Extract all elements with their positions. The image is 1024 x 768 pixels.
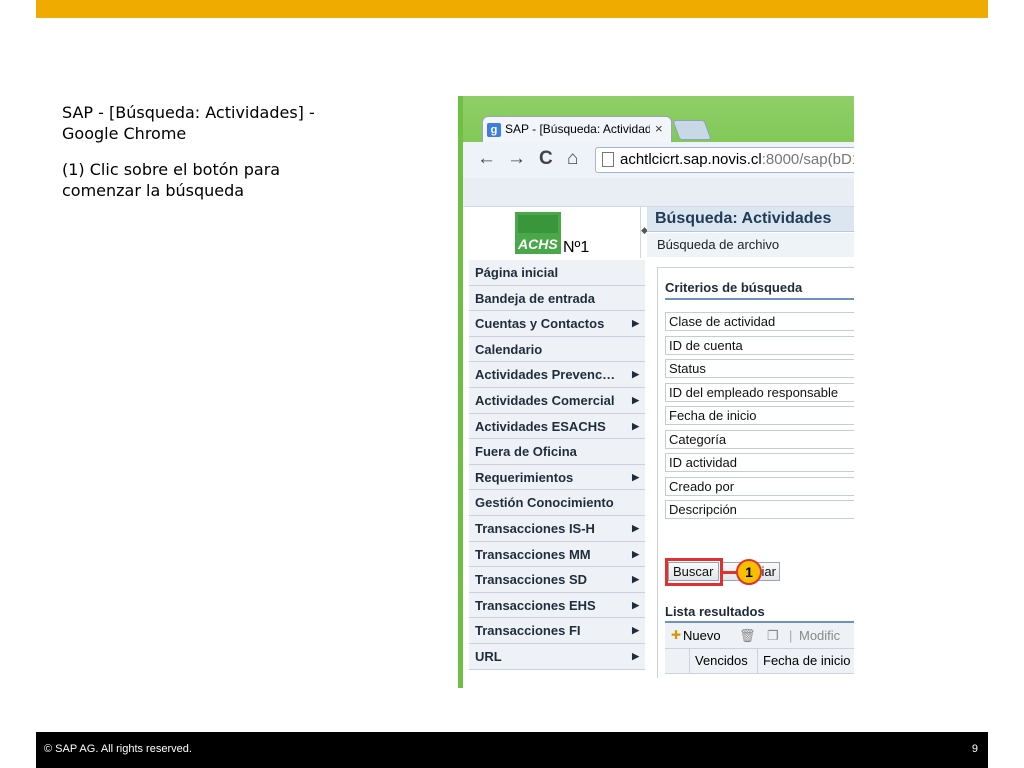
sidebar-item[interactable]: Fuera de Oficina xyxy=(469,439,645,465)
sidebar-item-label: Transacciones SD xyxy=(475,572,587,588)
sidebar-item-label: Actividades Prevenc… xyxy=(475,367,616,383)
browser-screenshot: g SAP - [Búsqueda: Actividades] × ← → C … xyxy=(458,96,854,688)
sidebar-item[interactable]: Transacciones FI ▶ xyxy=(469,618,645,644)
submenu-arrow-icon: ▶ xyxy=(632,522,639,533)
new-tab-button[interactable] xyxy=(672,120,712,140)
sidebar-item-label: Gestión Conocimiento xyxy=(475,495,614,511)
footer-copyright: © SAP AG. All rights reserved. xyxy=(44,743,192,755)
browser-toolbar: ← → C ⌂ achtlcicrt.sap.novis.cl:8000/sap… xyxy=(463,142,854,179)
home-icon[interactable]: ⌂ xyxy=(567,148,578,170)
criteria-field[interactable]: Fecha de inicio xyxy=(665,406,854,425)
notes-window-title: SAP - [Búsqueda: Actividades] - Google C… xyxy=(62,103,315,143)
sidebar-item[interactable]: Transacciones MM ▶ xyxy=(469,541,645,568)
sidebar-item[interactable]: Transacciones EHS ▶ xyxy=(469,592,645,619)
achs-logo: ACHS xyxy=(515,212,561,254)
submenu-arrow-icon: ▶ xyxy=(632,471,639,482)
back-arrow-icon[interactable]: ← xyxy=(477,148,496,170)
logo-area: ACHS Nº1 en prevención xyxy=(463,207,641,292)
slide-notes: SAP - [Búsqueda: Actividades] - Google C… xyxy=(62,102,322,216)
notes-step-instruction: (1) Clic sobre el botón para comenzar la… xyxy=(62,160,281,200)
address-url: achtlcicrt.sap.novis.cl:8000/sap(bD1l xyxy=(620,151,854,168)
submenu-arrow-icon: ▶ xyxy=(632,420,639,431)
results-title: Lista resultados xyxy=(665,604,765,619)
submenu-arrow-icon: ▶ xyxy=(632,574,639,585)
sidebar-item[interactable]: Transacciones IS-H ▶ xyxy=(469,515,645,542)
reload-icon[interactable]: C xyxy=(539,148,553,170)
new-document-icon[interactable]: ✚ xyxy=(671,623,681,648)
sidebar-item[interactable]: Calendario xyxy=(469,336,645,363)
submenu-arrow-icon: ▶ xyxy=(632,625,639,636)
criteria-field[interactable]: Status xyxy=(665,359,854,378)
bookmarks-bar xyxy=(463,178,854,207)
copy-icon[interactable]: ❐ xyxy=(767,623,779,648)
criteria-field[interactable]: Descripción xyxy=(665,500,854,519)
sidebar-item-label: Transacciones FI xyxy=(475,623,581,639)
sap-crm-page: ACHS Nº1 en prevención ◆ Página inicialB… xyxy=(463,207,854,688)
submenu-arrow-icon: ▶ xyxy=(632,599,639,610)
sidebar-item[interactable]: Bandeja de entrada xyxy=(469,285,645,312)
sidebar-item[interactable]: Actividades Prevenc… ▶ xyxy=(469,362,645,388)
criteria-title: Criterios de búsqueda xyxy=(665,280,803,295)
criteria-field[interactable]: ID de cuenta xyxy=(665,335,854,355)
delete-icon[interactable]: 🗑 xyxy=(739,623,756,648)
page-icon xyxy=(602,152,614,167)
sidebar-item[interactable]: Cuentas y Contactos ▶ xyxy=(469,311,645,337)
tab-close-icon[interactable]: × xyxy=(655,121,663,136)
sidebar-item[interactable]: Transacciones SD ▶ xyxy=(469,567,645,593)
sidebar-item[interactable]: Actividades Comercial ▶ xyxy=(469,387,645,414)
sidebar-item[interactable]: Página inicial xyxy=(469,260,645,286)
slide-footer: © SAP AG. All rights reserved. 9 xyxy=(36,732,988,768)
browser-tab[interactable]: g SAP - [Búsqueda: Actividades] × xyxy=(482,116,672,143)
sidebar-item-label: URL xyxy=(475,648,502,664)
submenu-arrow-icon: ▶ xyxy=(632,548,639,559)
sidebar-item-label: Bandeja de entrada xyxy=(475,290,595,306)
sidebar-item[interactable]: URL ▶ xyxy=(469,643,645,670)
modify-button[interactable]: Modific xyxy=(799,623,840,648)
sidebar-item[interactable]: Requerimientos ▶ xyxy=(469,464,645,491)
sidebar-item-label: Actividades Comercial xyxy=(475,392,615,408)
criteria-field[interactable]: Clase de actividad xyxy=(665,312,854,331)
sidebar-item-label: Calendario xyxy=(475,341,543,357)
sidebar-item-label: Página inicial xyxy=(475,265,559,280)
submenu-arrow-icon: ▶ xyxy=(632,394,639,405)
criteria-field[interactable]: Categoría xyxy=(665,429,854,449)
column-header[interactable]: Fecha de inicio xyxy=(763,649,850,673)
criteria-field[interactable]: ID actividad xyxy=(665,453,854,472)
sidebar-item-label: Transacciones IS-H xyxy=(475,520,595,536)
sidebar-item-label: Requerimientos xyxy=(475,469,574,485)
sidebar-item[interactable]: Actividades ESACHS ▶ xyxy=(469,413,645,440)
navigation-menu: Página inicial Bandeja de entrada Cuentas … xyxy=(469,260,645,670)
search-panel: Criterios de búsqueda Clase de actividad… xyxy=(657,267,854,678)
column-header[interactable]: Vencidos xyxy=(695,649,748,673)
highlight-box xyxy=(665,558,723,586)
page-number: 9 xyxy=(971,743,978,755)
results-toolbar: ✚ Nuevo 🗑 ❐ | Modific xyxy=(665,623,854,649)
submenu-arrow-icon: ▶ xyxy=(632,650,639,661)
page-title: Búsqueda: Actividades xyxy=(647,207,854,232)
sidebar-item-label: Cuentas y Contactos xyxy=(475,316,605,332)
criteria-field[interactable]: ID del empleado responsable xyxy=(665,382,854,402)
slide-top-accent-bar xyxy=(36,0,988,18)
address-bar[interactable]: achtlcicrt.sap.novis.cl:8000/sap(bD1l xyxy=(595,147,854,173)
sidebar-item[interactable]: Gestión Conocimiento xyxy=(469,490,645,516)
new-button[interactable]: Nuevo xyxy=(683,623,721,648)
submenu-arrow-icon: ▶ xyxy=(632,369,639,380)
browser-tab-title: SAP - [Búsqueda: Actividades] xyxy=(505,122,650,136)
sidebar-item-label: Actividades ESACHS xyxy=(475,418,606,434)
main-content: Búsqueda: Actividades Búsqueda de archiv… xyxy=(647,207,854,688)
submenu-arrow-icon: ▶ xyxy=(632,318,639,329)
forward-arrow-icon[interactable]: → xyxy=(507,148,526,170)
criteria-field[interactable]: Creado por xyxy=(665,476,854,496)
results-table-header: Vencidos Fecha de inicio xyxy=(665,649,854,674)
page-subtitle: Búsqueda de archivo xyxy=(647,233,854,257)
step-callout-badge: 1 xyxy=(736,559,762,585)
sidebar-item-label: Transacciones MM xyxy=(475,546,591,562)
sidebar-item-label: Transacciones EHS xyxy=(475,597,596,613)
google-favicon-icon: g xyxy=(487,123,501,137)
sidebar-item-label: Fuera de Oficina xyxy=(475,444,577,460)
